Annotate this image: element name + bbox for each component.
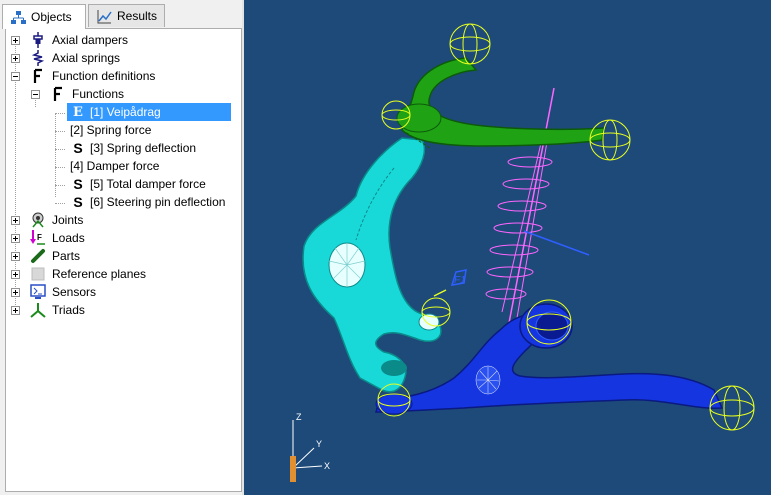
expand-icon[interactable] [11,54,20,63]
chart-icon [97,9,112,24]
tree-item-function-definitions[interactable]: Function definitions [6,67,241,85]
tree-item-sensors[interactable]: Sensors [6,283,241,301]
tree-item-function-6[interactable]: S [6] Steering pin deflection [6,193,241,211]
tab-results[interactable]: Results [88,4,165,27]
tree-item-function-1[interactable]: E [1] Veipådrag [6,103,241,121]
load-icon: F [30,230,46,246]
tree-item-label: [4] Damper force [70,159,160,173]
load-label: F1 [454,275,466,286]
tree-item-label: Sensors [52,285,97,299]
E-icon: E [73,104,83,120]
3d-viewport[interactable]: F1 Z Y X [244,0,771,495]
coordinate-axes: Z Y X [290,412,330,482]
tree-item-label: [5] Total damper force [90,177,206,191]
tree-item-function-4[interactable]: [4] Damper force [6,157,241,175]
spring-icon [30,50,46,66]
plane-icon [30,266,46,282]
object-tree: Axial dampers Axial springs Function def… [5,28,242,492]
tree-item-axial-springs[interactable]: Axial springs [6,49,241,67]
tree-item-label: Axial dampers [52,33,129,47]
tree-item-parts[interactable]: Parts [6,247,241,265]
load-f1-marker[interactable]: F1 [433,269,467,297]
collapse-icon[interactable] [31,90,40,99]
expand-icon[interactable] [11,36,20,45]
tree-item-label: Reference planes [52,267,147,281]
tree-item-label: Joints [52,213,84,227]
tree-item-label: Axial springs [52,51,121,65]
expand-icon[interactable] [11,234,20,243]
expand-icon[interactable] [11,306,20,315]
damper-icon [30,32,46,48]
tab-objects-label: Objects [31,10,72,24]
axis-y-label: Y [316,439,322,449]
tab-objects[interactable]: Objects [2,4,86,29]
tree-item-reference-planes[interactable]: Reference planes [6,265,241,283]
object-browser-panel: Objects Results Axial dampers Axial spri… [0,0,244,495]
tree-item-functions[interactable]: Functions [6,85,241,103]
tree-item-triads[interactable]: Triads [6,301,241,319]
expand-icon[interactable] [11,216,20,225]
tree-item-label: [2] Spring force [70,123,152,137]
triad-icon [30,302,46,318]
expand-icon[interactable] [11,252,20,261]
tree-item-label: Function definitions [52,69,156,83]
S-icon: S [73,176,83,192]
tree-item-label: [3] Spring deflection [90,141,197,155]
part-icon [30,248,46,264]
tree-item-label: Loads [52,231,85,245]
tree-item-label: Functions [72,87,125,101]
axis-z-label: Z [296,412,302,422]
tree-item-label: [1] Veipådrag [90,105,161,119]
tree-item-loads[interactable]: F Loads [6,229,241,247]
expand-icon[interactable] [11,270,20,279]
collapse-icon[interactable] [11,72,20,81]
tree-item-function-5[interactable]: S [5] Total damper force [6,175,241,193]
svg-text:F: F [37,233,42,242]
tree-item-joints[interactable]: Joints [6,211,241,229]
function-icon [30,68,46,84]
tree-item-function-3[interactable]: S [3] Spring deflection [6,139,241,157]
tree-item-label: Triads [52,303,85,317]
axis-x-label: X [324,461,330,471]
tree-item-function-2[interactable]: [2] Spring force [6,121,241,139]
steering-knuckle-part[interactable] [302,137,442,393]
tree-item-label: [6] Steering pin deflection [90,195,226,209]
S-icon: S [73,140,83,156]
hierarchy-icon [11,10,26,25]
tree-item-label: Parts [52,249,81,263]
sensor-icon [30,284,46,300]
joint-icon [30,212,46,228]
expand-icon[interactable] [11,288,20,297]
tab-results-label: Results [117,9,158,23]
S-icon: S [73,194,83,210]
spring-element[interactable] [485,87,590,324]
upper-control-arm-part[interactable] [396,57,605,149]
tree-item-axial-dampers[interactable]: Axial dampers [6,31,241,49]
function-icon [50,86,66,102]
